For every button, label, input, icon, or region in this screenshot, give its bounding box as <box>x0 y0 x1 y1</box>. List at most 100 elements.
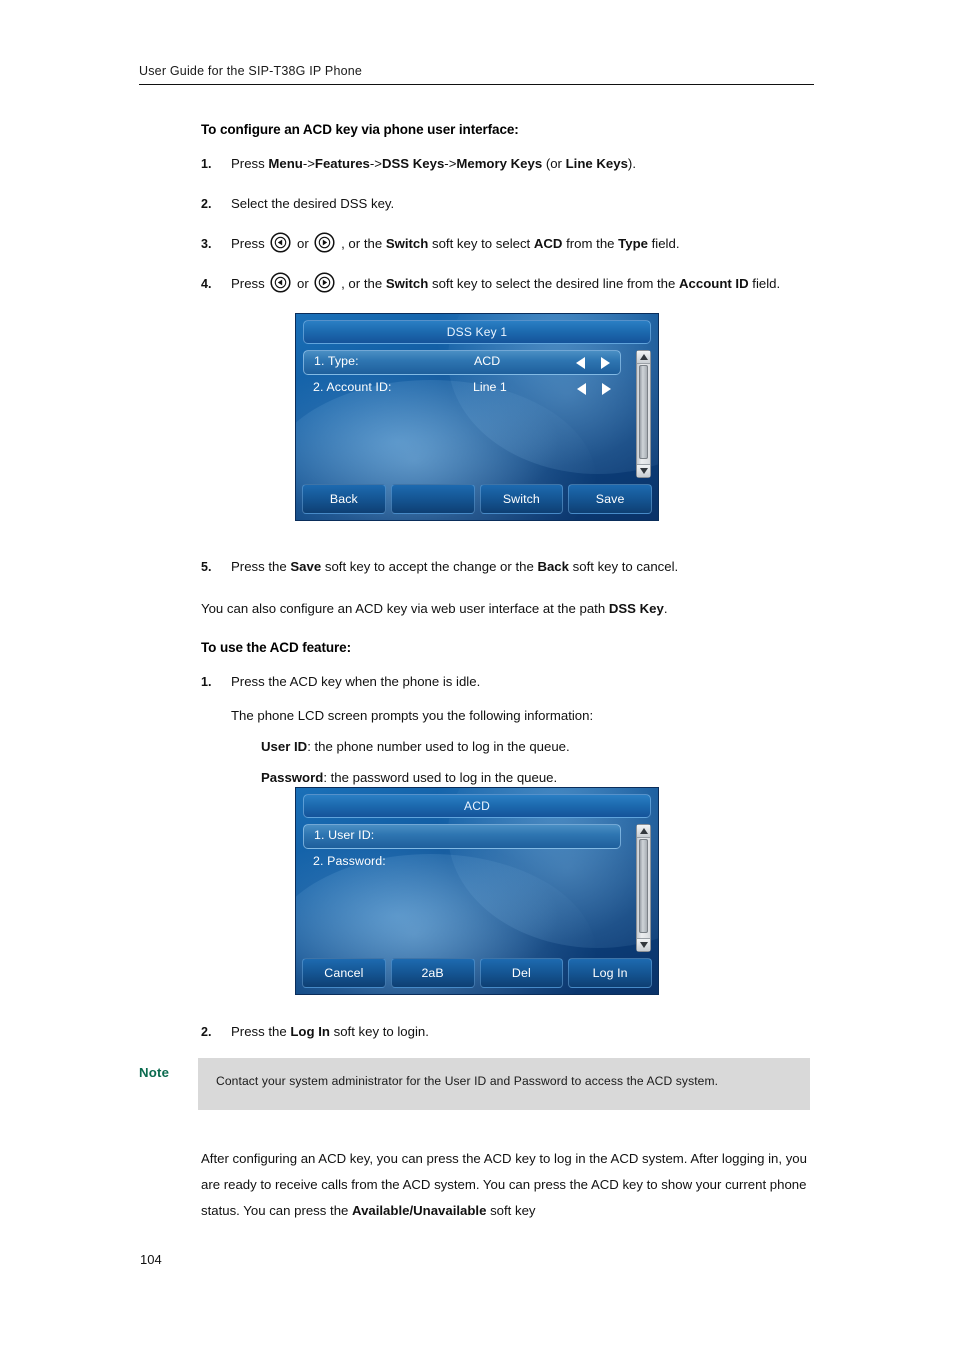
step-text-fragment: Press <box>231 236 269 251</box>
phone-screen-title: ACD <box>303 794 651 818</box>
nav-right-key-icon <box>314 272 335 293</box>
step-text-fragment: soft key to select the desired line from… <box>428 276 680 291</box>
step-text-fragment: soft key to select <box>428 236 534 251</box>
step-text-fragment: -> <box>302 156 315 171</box>
step-text-fragment: soft key to login. <box>329 1024 429 1039</box>
left-arrow-icon[interactable] <box>577 383 586 395</box>
heading-use-acd-feature: To use the ACD feature: <box>201 640 351 655</box>
paragraph-fragment: You can also configure an ACD key via we… <box>201 601 609 616</box>
caret-down-icon <box>639 942 648 948</box>
page-header: User Guide for the SIP-T38G IP Phone <box>139 64 814 85</box>
caret-down-icon <box>639 468 648 474</box>
field-token: Account ID <box>679 276 749 291</box>
softkey-token: Log In <box>290 1024 330 1039</box>
step-number: 1. <box>201 675 212 689</box>
menu-path-token: Features <box>314 156 370 171</box>
scroll-down-button[interactable] <box>637 938 650 951</box>
step-text: Press or , or the Switch soft key to sel… <box>231 232 680 253</box>
scrollbar-thumb[interactable] <box>639 839 648 933</box>
web-ui-note-paragraph: You can also configure an ACD key via we… <box>201 596 819 622</box>
caret-up-icon <box>639 828 648 834</box>
softkey-del[interactable]: Del <box>479 958 564 988</box>
softkey-token: Available/Unavailable <box>352 1203 487 1218</box>
softkey-back[interactable]: Back <box>302 484 386 514</box>
note-box: Contact your system administrator for th… <box>198 1058 810 1110</box>
step-number: 5. <box>201 560 212 574</box>
step-text: Press the Save soft key to accept the ch… <box>231 559 678 574</box>
softkey-input-mode[interactable]: 2aB <box>390 958 475 988</box>
softkey-token: Save <box>290 559 322 574</box>
field-token: Type <box>618 236 648 251</box>
scroll-up-button[interactable] <box>637 825 650 838</box>
softkey-empty[interactable] <box>390 484 475 514</box>
detail-user-id: User ID: the phone number used to log in… <box>261 734 819 760</box>
softkey-token: Switch <box>385 276 429 291</box>
menu-path-token: Menu <box>268 156 303 171</box>
right-arrow-icon[interactable] <box>602 383 611 395</box>
detail-term: Password <box>261 770 324 785</box>
phone-row-user-id[interactable]: 1. User ID: <box>303 824 621 849</box>
softkey-switch[interactable]: Switch <box>479 484 564 514</box>
phone-softkey-bar: Cancel 2aB Del Log In <box>302 958 652 988</box>
step-text: Select the desired DSS key. <box>231 196 395 211</box>
menu-path-token: Memory Keys <box>456 156 543 171</box>
right-arrow-icon[interactable] <box>601 357 610 369</box>
phone-scrollbar[interactable] <box>636 824 651 952</box>
detail-description: : the phone number used to log in the qu… <box>307 739 570 754</box>
detail-description: : the password used to log in the queue. <box>323 770 558 785</box>
step-text: Press the Log In soft key to login. <box>231 1024 429 1039</box>
phone-screen-dss-key: DSS Key 1 1. Type: ACD 2. Account ID: Li… <box>295 313 659 521</box>
step-item: 5. Press the Save soft key to accept the… <box>201 554 819 580</box>
step-text-fragment: Press the <box>231 1024 291 1039</box>
step-text-fragment: or <box>293 276 313 291</box>
phone-row-type[interactable]: 1. Type: ACD <box>303 350 621 375</box>
softkey-cancel[interactable]: Cancel <box>302 958 386 988</box>
step-text-fragment: field. <box>748 276 781 291</box>
phone-row-arrows[interactable] <box>576 356 610 370</box>
softkey-token: Back <box>537 559 569 574</box>
header-divider <box>139 84 814 85</box>
step-text-fragment: Press <box>231 156 269 171</box>
step-text-fragment: -> <box>369 156 382 171</box>
phone-screen-acd-login: ACD 1. User ID: 2. Password: Cancel 2aB … <box>295 787 659 995</box>
scrollbar-thumb[interactable] <box>639 365 648 459</box>
step-item: 1. Press Menu->Features->DSS Keys->Memor… <box>201 151 819 177</box>
phone-row-arrows[interactable] <box>577 382 611 396</box>
paragraph-fragment: soft key <box>486 1203 536 1218</box>
scroll-down-button[interactable] <box>637 464 650 477</box>
menu-path-token: DSS Keys <box>381 156 445 171</box>
step-item: 2. Select the desired DSS key. <box>201 191 819 217</box>
left-arrow-icon[interactable] <box>576 357 585 369</box>
nav-left-key-icon <box>270 272 291 293</box>
path-token: DSS Key <box>608 601 664 616</box>
step-number: 2. <box>201 197 212 211</box>
softkey-log-in[interactable]: Log In <box>568 958 652 988</box>
document-content-lower: 2. Press the Log In soft key to login. <box>139 1005 819 1045</box>
page-number: 104 <box>140 1252 162 1267</box>
phone-row-account-id[interactable]: 2. Account ID: Line 1 <box>303 377 621 402</box>
step-number: 2. <box>201 1025 212 1039</box>
nav-left-key-icon <box>270 232 291 253</box>
phone-row-password[interactable]: 2. Password: <box>303 851 621 876</box>
document-content: To configure an ACD key via phone user i… <box>139 110 819 297</box>
phone-scrollbar[interactable] <box>636 350 651 478</box>
document-page: User Guide for the SIP-T38G IP Phone To … <box>0 0 954 1350</box>
phone-row-value: ACD <box>474 354 501 368</box>
step-item: 4. Press or , or the Switch soft key to … <box>201 271 819 297</box>
step-text-fragment: , or the <box>337 236 386 251</box>
phone-row-label: 1. User ID: <box>314 828 375 842</box>
scroll-up-button[interactable] <box>637 351 650 364</box>
nav-right-key-icon <box>314 232 335 253</box>
step-text-fragment: -> <box>444 156 457 171</box>
heading-configure-acd-key: To configure an ACD key via phone user i… <box>201 122 519 137</box>
closing-paragraph: After configuring an ACD key, you can pr… <box>201 1146 813 1224</box>
step-text-fragment: , or the <box>337 276 386 291</box>
step-text-fragment: (or <box>542 156 566 171</box>
phone-screen-rows: 1. User ID: 2. Password: <box>303 824 651 952</box>
phone-row-label: 2. Account ID: <box>313 380 392 394</box>
paragraph-fragment: . <box>663 601 668 616</box>
step-text: Press or , or the Switch soft key to sel… <box>231 272 781 293</box>
step-item: 3. Press or , or the Switch soft key to … <box>201 231 819 257</box>
softkey-save[interactable]: Save <box>568 484 652 514</box>
step-text-fragment: Press <box>231 276 269 291</box>
